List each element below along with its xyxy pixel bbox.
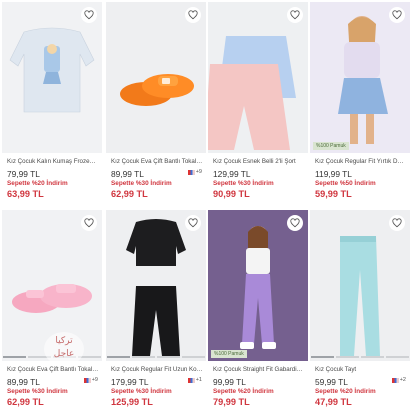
- discount-label: Sepette %30 İndirim: [7, 388, 68, 395]
- heart-icon: [84, 10, 94, 20]
- discounted-price: 59,99 TL: [315, 189, 352, 199]
- product-title[interactable]: Kız Çocuk Kalın Kumaş Frozen Sweatshirt: [7, 158, 99, 165]
- product-price: 99,99 TL: [213, 377, 246, 387]
- favorite-button[interactable]: [389, 215, 405, 231]
- product-price: 89,99 TL: [7, 377, 40, 387]
- discounted-price: 79,99 TL: [213, 397, 250, 407]
- flag-icon: [391, 377, 399, 383]
- product-price: 89,99 TL: [111, 169, 144, 179]
- material-badge: %100 Pamuk: [313, 142, 349, 150]
- discount-label: Sepette %20 İndirim: [213, 388, 274, 395]
- discounted-price: 62,99 TL: [7, 397, 44, 407]
- discount-label: Sepette %30 İndirim: [213, 180, 274, 187]
- product-grid: Kız Çocuk Kalın Kumaş Frozen Sweatshirt …: [0, 0, 411, 415]
- more-colors-count: +9: [195, 169, 202, 175]
- product-card[interactable]: %100 Pamuk Kız Çocuk Regular Fit Yırtık …: [310, 2, 410, 208]
- discounted-price: 125,99 TL: [111, 397, 153, 407]
- product-title[interactable]: Kız Çocuk Eva Çift Bantlı Tokalı Terlik: [7, 366, 99, 373]
- discounted-price: 90,99 TL: [213, 189, 250, 199]
- favorite-button[interactable]: [81, 215, 97, 231]
- heart-icon: [392, 218, 402, 228]
- image-pager: [106, 356, 206, 358]
- color-swatch[interactable]: +1: [187, 377, 202, 383]
- heart-icon: [84, 218, 94, 228]
- discount-label: Sepette %20 İndirim: [315, 388, 376, 395]
- discounted-price: 63,99 TL: [7, 189, 44, 199]
- heart-icon: [188, 218, 198, 228]
- discounted-price: 47,99 TL: [315, 397, 352, 407]
- product-price: 119,99 TL: [315, 169, 352, 179]
- product-image[interactable]: [106, 210, 206, 361]
- discount-label: Sepette %50 İndirim: [315, 180, 376, 187]
- product-image[interactable]: [106, 2, 206, 153]
- product-image[interactable]: %100 Pamuk: [310, 2, 410, 153]
- product-title[interactable]: Kız Çocuk Regular Fit Yırtık Detaylı Jea…: [315, 158, 407, 165]
- favorite-button[interactable]: [287, 215, 303, 231]
- product-title[interactable]: Kız Çocuk Eva Çift Bantlı Tokalı Terlik: [111, 158, 203, 165]
- favorite-button[interactable]: [389, 7, 405, 23]
- product-image[interactable]: [208, 2, 308, 153]
- product-price: 79,99 TL: [7, 169, 40, 179]
- flag-icon: [187, 377, 195, 383]
- more-colors-count: +2: [399, 377, 406, 383]
- product-card[interactable]: Kız Çocuk Esnek Belli 2'li Şort 129,99 T…: [208, 2, 308, 208]
- discounted-price: 62,99 TL: [111, 189, 148, 199]
- product-card[interactable]: Kız Çocuk Regular Fit Uzun Kollu Takım 1…: [106, 210, 206, 415]
- heart-icon: [392, 10, 402, 20]
- product-price: 179,99 TL: [111, 377, 149, 387]
- discount-label: Sepette %30 İndirim: [111, 180, 172, 187]
- product-title[interactable]: Kız Çocuk Regular Fit Uzun Kollu Takım: [111, 366, 203, 373]
- product-image[interactable]: [310, 210, 410, 361]
- product-card[interactable]: Kız Çocuk Tayt 59,99 TL +2 Sepette %20 İ…: [310, 210, 410, 415]
- product-title[interactable]: Kız Çocuk Straight Fit Gabardin Pantolon: [213, 366, 305, 373]
- watermark-logo: تركيا عاجل: [44, 332, 84, 366]
- heart-icon: [290, 218, 300, 228]
- more-colors-count: +1: [195, 377, 202, 383]
- product-price: 129,99 TL: [213, 169, 251, 179]
- product-image[interactable]: %100 Pamuk: [208, 210, 308, 361]
- product-title[interactable]: Kız Çocuk Tayt: [315, 366, 407, 373]
- heart-icon: [188, 10, 198, 20]
- color-swatch[interactable]: +9: [187, 169, 202, 175]
- product-image[interactable]: [2, 2, 102, 153]
- discount-label: Sepette %30 İndirim: [111, 388, 172, 395]
- favorite-button[interactable]: [185, 7, 201, 23]
- watermark-line: عاجل: [53, 349, 75, 359]
- flag-icon: [83, 377, 91, 383]
- product-card[interactable]: %100 Pamuk Kız Çocuk Straight Fit Gabard…: [208, 210, 308, 415]
- color-swatch[interactable]: +9: [83, 377, 98, 383]
- favorite-button[interactable]: [81, 7, 97, 23]
- product-price: 59,99 TL: [315, 377, 348, 387]
- product-card[interactable]: Kız Çocuk Kalın Kumaş Frozen Sweatshirt …: [2, 2, 102, 208]
- discount-label: Sepette %20 İndirim: [7, 180, 68, 187]
- favorite-button[interactable]: [287, 7, 303, 23]
- color-swatch[interactable]: +2: [391, 377, 406, 383]
- product-card[interactable]: Kız Çocuk Eva Çift Bantlı Tokalı Terlik …: [106, 2, 206, 208]
- heart-icon: [290, 10, 300, 20]
- favorite-button[interactable]: [185, 215, 201, 231]
- product-title[interactable]: Kız Çocuk Esnek Belli 2'li Şort: [213, 158, 305, 165]
- product-card[interactable]: Kız Çocuk Eva Çift Bantlı Tokalı Terlik …: [2, 210, 102, 415]
- material-badge: %100 Pamuk: [211, 350, 247, 358]
- watermark-line: تركيا: [55, 336, 73, 346]
- more-colors-count: +9: [91, 377, 98, 383]
- image-pager: [310, 356, 410, 358]
- flag-icon: [187, 169, 195, 175]
